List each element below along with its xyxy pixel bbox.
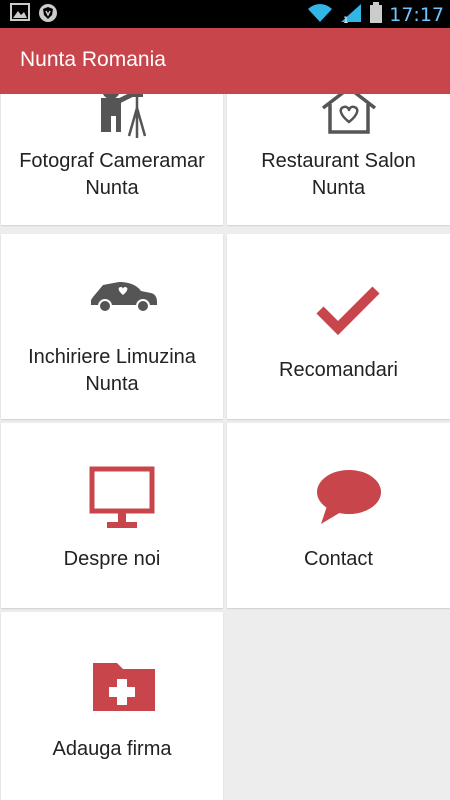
tile-label-line1: Restaurant Salon — [261, 150, 416, 172]
tile-about[interactable]: Despre noi — [1, 423, 223, 608]
tile-label-line1: Fotograf Cameramar — [19, 150, 205, 172]
wifi-icon — [307, 3, 333, 27]
tile-restaurant[interactable]: Restaurant Salon Nunta — [227, 94, 450, 225]
tile-label-line2: Nunta — [85, 177, 139, 199]
tile-label-line1: Adauga firma — [52, 738, 172, 760]
tile-label-line1: Inchiriere Limuzina — [28, 346, 196, 368]
category-grid: Fotograf Cameramar Nunta Restaurant Salo… — [0, 94, 450, 800]
tile-photographer[interactable]: Fotograf Cameramar Nunta — [1, 94, 223, 225]
speech-bubble-icon — [317, 470, 381, 524]
wedding-car-icon — [91, 282, 157, 313]
tile-label-line1: Recomandari — [279, 359, 398, 381]
tile-label-line2: Nunta — [311, 177, 366, 199]
battery-icon — [369, 2, 383, 28]
status-bar: 1 17:17 — [0, 0, 450, 28]
tile-label-line2: Nunta — [85, 373, 139, 395]
add-folder-icon — [93, 663, 155, 711]
gallery-icon — [10, 3, 30, 27]
svg-text:1: 1 — [343, 16, 349, 24]
app-title: Nunta Romania — [20, 48, 166, 71]
checkmark-icon — [316, 286, 380, 336]
app-bar: Nunta Romania — [0, 28, 450, 94]
tile-label-line1: Contact — [304, 548, 373, 570]
monitor-icon — [89, 466, 155, 528]
house-heart-icon — [321, 94, 377, 134]
photographer-icon — [101, 94, 147, 138]
tile-label-line1: Despre noi — [63, 548, 161, 570]
tile-limousine[interactable]: Inchiriere Limuzina Nunta — [1, 234, 223, 419]
signal-icon: 1 — [339, 2, 363, 28]
tile-contact[interactable]: Contact — [227, 423, 450, 608]
shield-icon — [38, 3, 58, 27]
tile-recommendations[interactable]: Recomandari — [227, 234, 450, 419]
tile-add-company[interactable]: Adauga firma — [1, 612, 223, 800]
status-time: 17:17 — [389, 4, 444, 26]
